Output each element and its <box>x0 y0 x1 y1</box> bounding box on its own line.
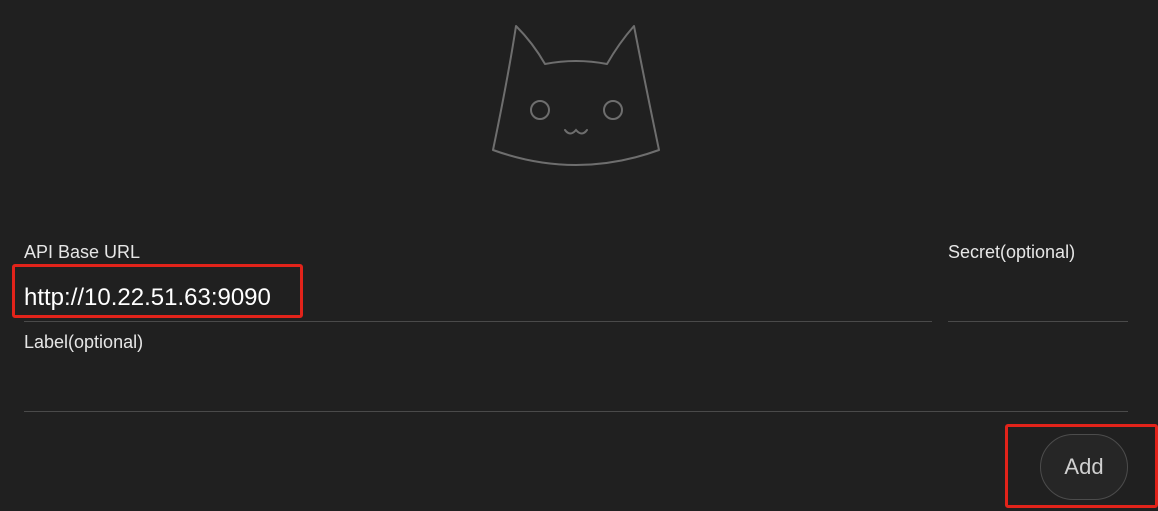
label-input[interactable] <box>24 362 1128 412</box>
add-backend-page: API Base URL Secret(optional) Label(opti… <box>0 0 1158 511</box>
label-field-label: Label(optional) <box>24 332 144 352</box>
api-base-url-input[interactable] <box>24 275 932 322</box>
api-base-url-label: API Base URL <box>24 242 141 262</box>
secret-input[interactable] <box>948 275 1128 322</box>
cat-right-eye <box>603 100 623 120</box>
add-button[interactable]: Add <box>1040 434 1128 500</box>
cat-mouth <box>564 128 588 135</box>
cat-left-eye <box>530 100 550 120</box>
secret-label: Secret(optional) <box>948 242 1076 262</box>
cat-head-outline <box>492 25 660 166</box>
cat-face-icon <box>492 25 660 166</box>
